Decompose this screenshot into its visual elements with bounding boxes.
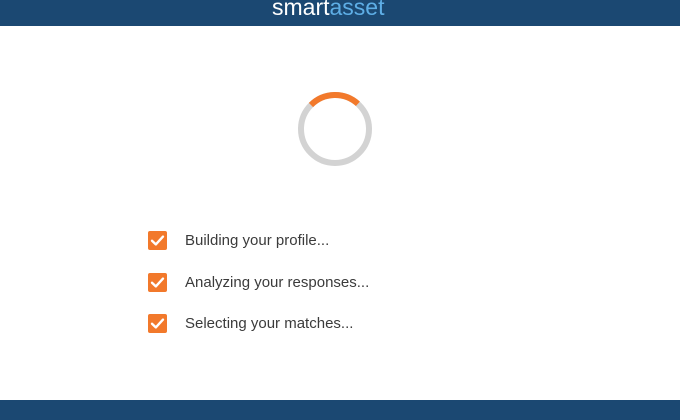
step-label: Building your profile... <box>185 232 330 249</box>
logo-text-asset: asset <box>329 0 385 20</box>
checkbox-checked-icon <box>148 273 167 292</box>
checkbox-checked-icon <box>148 231 167 250</box>
checkbox-checked-icon <box>148 314 167 333</box>
footer-bar <box>0 400 680 420</box>
step-label: Analyzing your responses... <box>185 274 370 291</box>
loading-page: smartasset Building your profile... Anal… <box>0 0 680 420</box>
header-bar: smartasset <box>0 0 680 26</box>
loading-spinner-icon <box>296 90 374 168</box>
logo-text-smart: smart <box>272 0 330 20</box>
smartasset-logo: smartasset <box>272 0 384 20</box>
step-label: Selecting your matches... <box>185 315 354 332</box>
